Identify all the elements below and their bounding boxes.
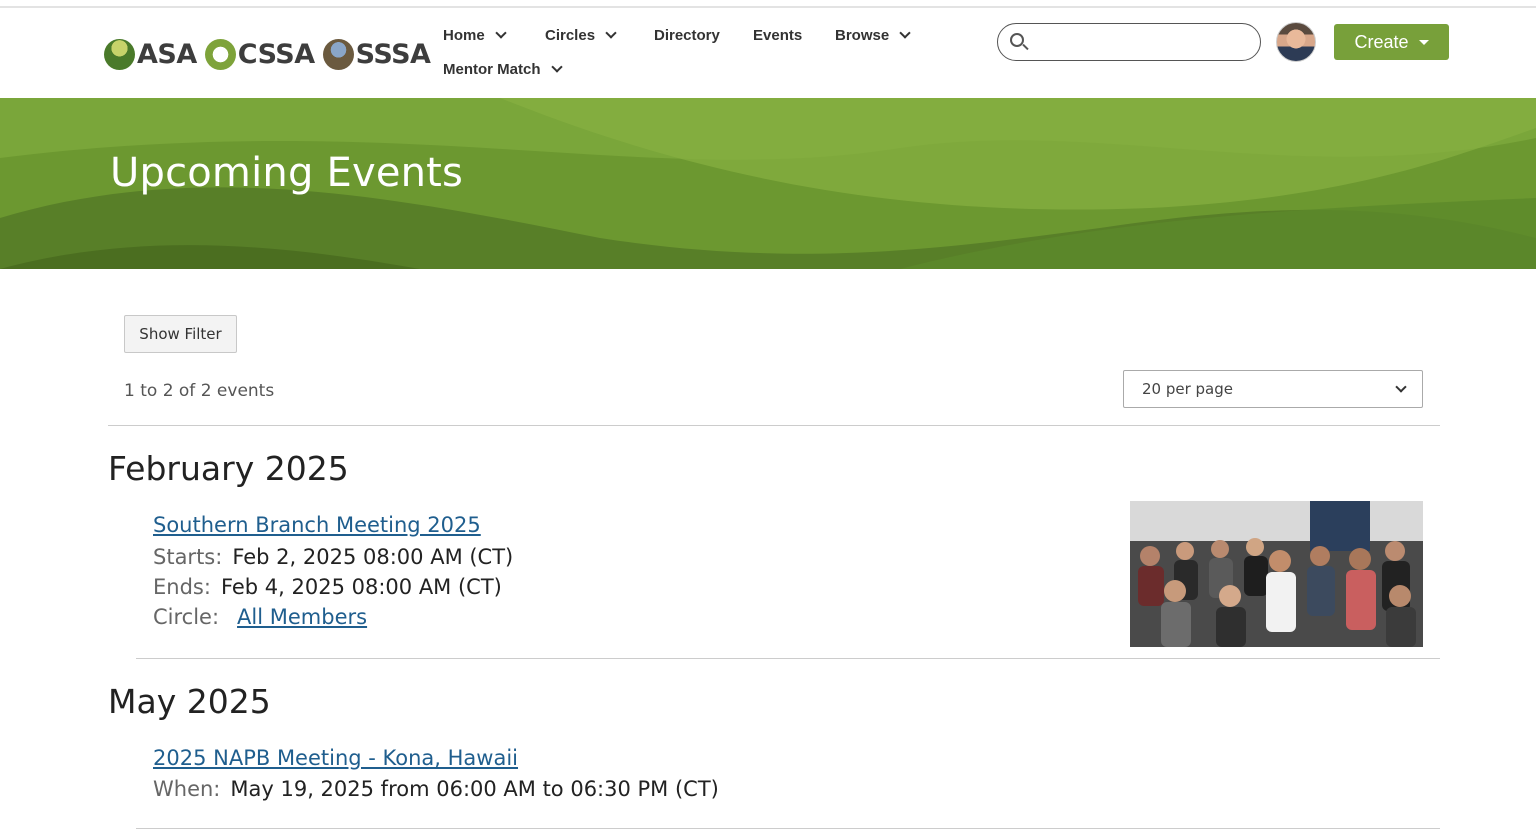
search-input[interactable] [1034,30,1249,54]
nav-browse[interactable]: Browse [835,27,911,44]
nav-mentor-match-label: Mentor Match [443,61,541,78]
nav-home[interactable]: Home [443,27,507,44]
event-title-link[interactable]: Southern Branch Meeting 2025 [153,513,481,537]
cssa-seal-icon [204,38,236,70]
starts-value: Feb 2, 2025 08:00 AM (CT) [232,545,514,569]
results-divider [108,425,1440,426]
search-box [997,23,1261,61]
nav-directory[interactable]: Directory [654,27,720,44]
asa-seal-icon [104,38,135,70]
chevron-down-icon [495,27,507,39]
logo-org-sssa: SSSA [355,38,431,70]
nav-events[interactable]: Events [753,27,802,44]
event-ends: Ends: Feb 4, 2025 08:00 AM (CT) [153,575,502,599]
chevron-down-icon [550,61,563,73]
per-page-value: 20 per page [1142,380,1234,398]
main-nav: Home Circles Directory Events Browse Men… [443,8,953,98]
create-button-label: Create [1354,31,1409,52]
nav-mentor-match[interactable]: Mentor Match [443,61,563,78]
nav-circles[interactable]: Circles [545,27,617,44]
logo-org-cssa: CSSA [237,38,315,70]
when-value: May 19, 2025 from 06:00 AM to 06:30 PM (… [230,777,719,801]
chevron-down-icon [899,27,911,39]
event-circle: Circle: All Members [153,605,367,629]
user-avatar[interactable] [1276,22,1316,62]
site-logo[interactable]: ASA CSSA SSSA [104,36,431,72]
search-icon[interactable] [1010,33,1024,47]
when-label: When: [153,777,221,801]
audience-photo [1130,501,1423,647]
site-header: ASA CSSA SSSA Home Circles Directory Eve… [0,8,1536,98]
per-page-select[interactable]: 20 per page [1123,370,1423,408]
month-heading: May 2025 [108,682,271,721]
nav-browse-label: Browse [835,27,890,44]
nav-circles-label: Circles [545,27,596,44]
ends-value: Feb 4, 2025 08:00 AM (CT) [220,575,502,599]
nav-home-label: Home [443,27,485,44]
event-when: When: May 19, 2025 from 06:00 AM to 06:30… [153,777,719,801]
chevron-down-icon [605,27,617,39]
logo-org-asa: ASA [137,38,197,70]
event-divider [136,658,1440,659]
page-title: Upcoming Events [110,150,464,196]
sssa-seal-icon [322,38,354,70]
create-button[interactable]: Create [1334,24,1449,60]
event-divider [136,828,1440,829]
nav-directory-label: Directory [654,27,720,44]
circle-label: Circle: [153,605,220,629]
starts-label: Starts: [153,545,223,569]
show-filter-button[interactable]: Show Filter [124,315,237,353]
event-starts: Starts: Feb 2, 2025 08:00 AM (CT) [153,545,513,569]
circle-link[interactable]: All Members [237,605,367,629]
nav-events-label: Events [753,27,803,44]
event-title-link[interactable]: 2025 NAPB Meeting - Kona, Hawaii [153,746,518,770]
event-image[interactable] [1130,501,1423,647]
chevron-down-icon [1395,381,1407,393]
page-banner: Upcoming Events [0,98,1536,269]
month-heading: February 2025 [108,449,349,488]
results-count: 1 to 2 of 2 events [124,381,275,401]
ends-label: Ends: [153,575,211,599]
caret-down-icon [1418,39,1429,45]
